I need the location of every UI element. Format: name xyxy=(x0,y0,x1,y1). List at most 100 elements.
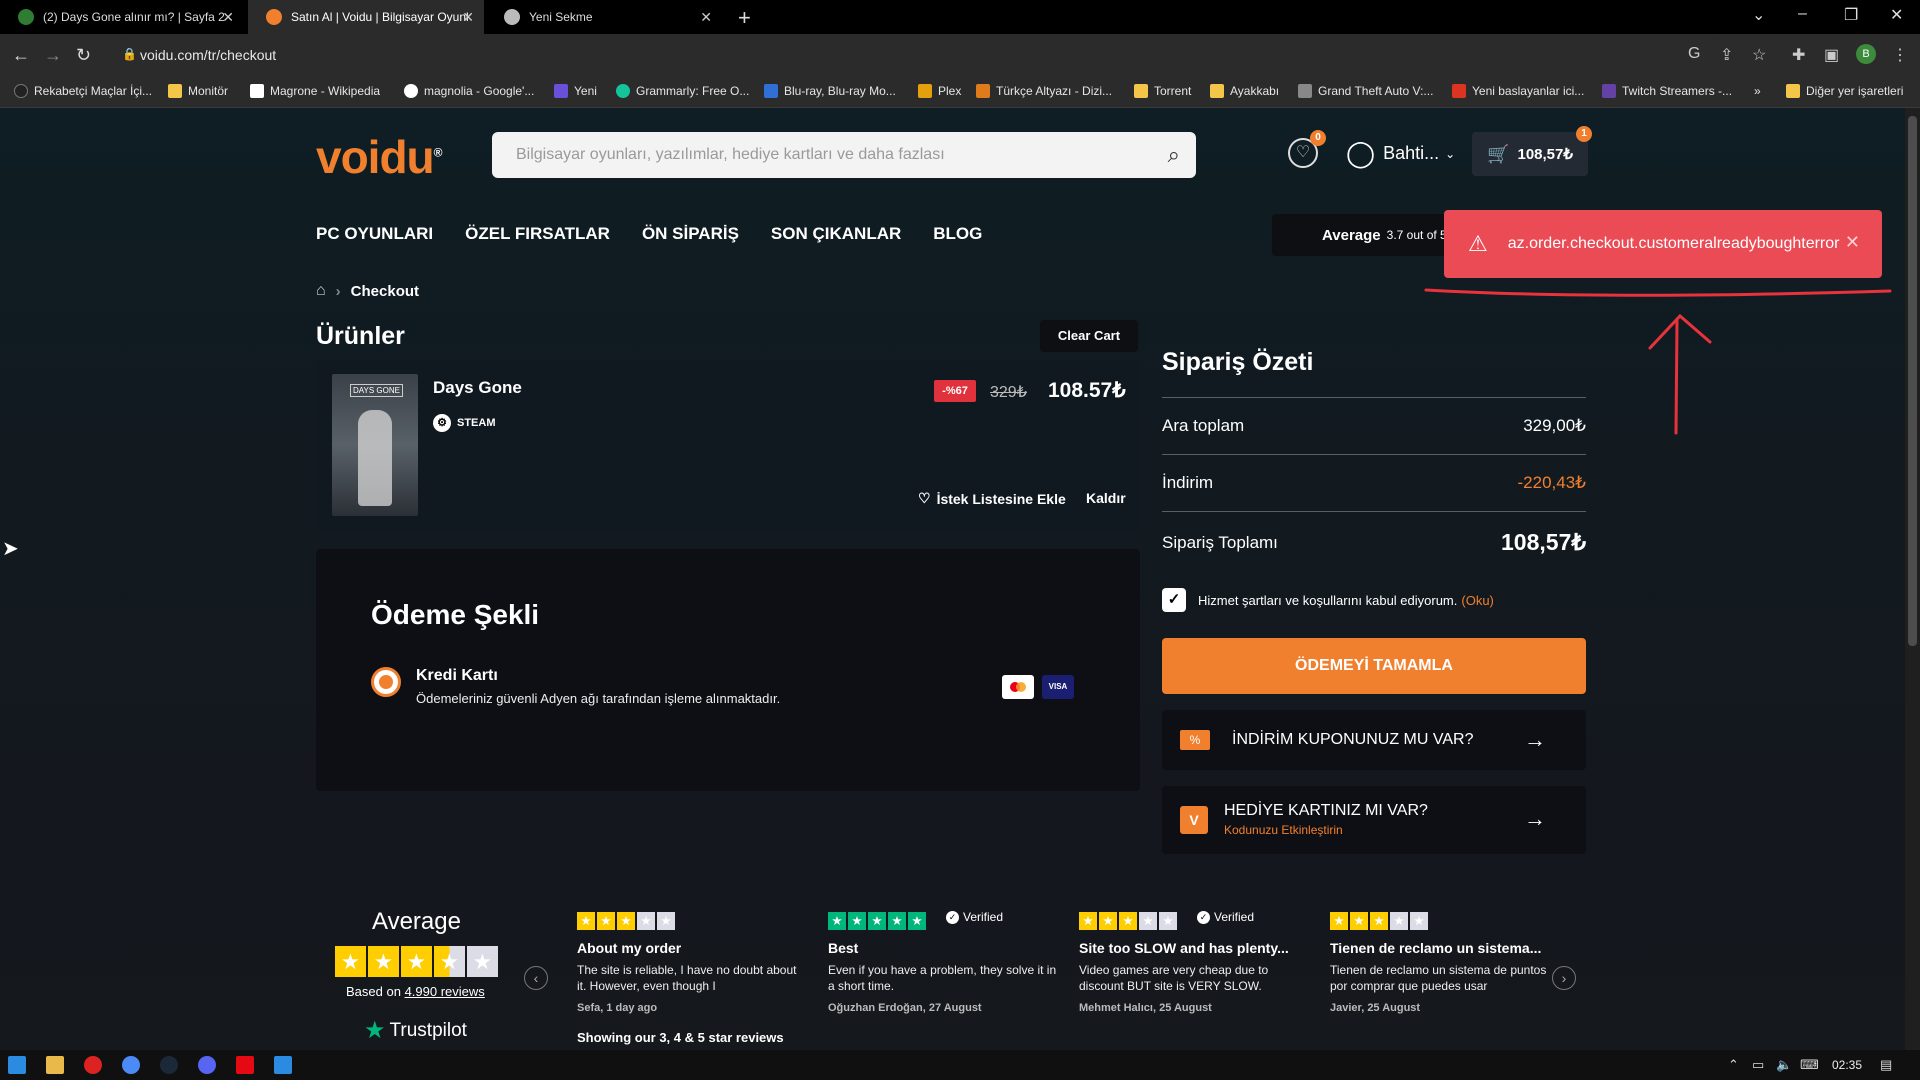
network-icon[interactable]: ▭ xyxy=(1752,1057,1764,1073)
new-tab-icon[interactable]: + xyxy=(738,5,751,31)
bookmark-item[interactable]: magnolia - Google'... xyxy=(404,84,534,98)
start-icon[interactable] xyxy=(8,1056,26,1074)
volume-icon[interactable]: 🔈 xyxy=(1776,1057,1792,1073)
bookmark-item[interactable]: Twitch Streamers -... xyxy=(1602,84,1732,98)
nav-special-deals[interactable]: ÖZEL FIRSATLAR xyxy=(465,224,610,244)
google-icon[interactable]: G xyxy=(1688,45,1700,63)
bookmark-item[interactable]: Yeni xyxy=(554,84,597,98)
tab-search-icon[interactable]: ⌄ xyxy=(1752,5,1765,25)
review-card[interactable]: ★ ★ ★ ★ ★ Tienen de reclamo un sistema... Ti… xyxy=(1330,912,1562,1014)
remove-button[interactable]: Kaldır xyxy=(1086,490,1126,506)
bookmark-item[interactable]: Monitör xyxy=(168,84,228,98)
restore-icon[interactable]: ❐ xyxy=(1844,5,1858,25)
chevron-right-icon: › xyxy=(335,282,341,300)
minimize-icon[interactable]: – xyxy=(1798,5,1807,23)
page-scrollbar[interactable] xyxy=(1905,108,1920,1050)
extensions-icon[interactable]: ✚ xyxy=(1792,45,1805,65)
wishlist-button[interactable]: ♡ 0 xyxy=(1288,130,1326,168)
bookmark-item[interactable]: Torrent xyxy=(1134,84,1191,98)
review-title: Best xyxy=(828,940,859,956)
game-cover-image[interactable]: DAYS GONE xyxy=(332,374,418,516)
review-stars: ★ ★ ★ ★ ★ xyxy=(1079,912,1311,930)
trustpilot-header-widget[interactable]: Average 3.7 out of 5 xyxy=(1272,214,1472,256)
nav-new-releases[interactable]: SON ÇIKANLAR xyxy=(771,224,901,244)
bookmark-item[interactable]: Blu-ray, Blu-ray Mo... xyxy=(764,84,896,98)
browser-tab[interactable]: (2) Days Gone alınır mı? | Sayfa 2 ✕ xyxy=(0,0,244,34)
keyboard-icon[interactable]: ⌨ xyxy=(1800,1057,1819,1073)
bookmarks-overflow[interactable]: » xyxy=(1754,84,1761,98)
trustpilot-logo[interactable]: ★ Trustpilot xyxy=(364,1016,467,1045)
bookmark-star-icon[interactable]: ☆ xyxy=(1752,45,1766,65)
reload-icon[interactable]: ↻ xyxy=(76,45,91,66)
bookmark-item[interactable]: Grammarly: Free O... xyxy=(616,84,749,98)
url-bar[interactable]: 🔒 voidu.com/tr/checkout xyxy=(110,39,1730,71)
discord-icon[interactable] xyxy=(198,1056,216,1074)
carousel-prev-icon[interactable]: ‹ xyxy=(524,966,548,990)
star-icon: ★ xyxy=(828,912,846,930)
order-summary: Sipariş Özeti Ara toplam 329,00₺ İndirim… xyxy=(1162,348,1586,573)
terms-checkbox[interactable]: ✓ xyxy=(1162,588,1186,612)
verified-badge: ✓ Verified xyxy=(946,910,1003,924)
browser-tab[interactable]: Yeni Sekme ✕ xyxy=(486,0,722,34)
check-icon: ✓ xyxy=(1197,910,1210,924)
coupon-label: İNDİRİM KUPONUNUZ MU VAR? xyxy=(1232,731,1474,748)
netflix-icon[interactable] xyxy=(236,1056,254,1074)
chrome-icon[interactable] xyxy=(122,1056,140,1074)
bookmark-item[interactable]: Plex xyxy=(918,84,961,98)
review-card[interactable]: ★ ★ ★ ★ ★ About my order The site is reliabl… xyxy=(577,912,809,1014)
browser-tab-bar: (2) Days Gone alınır mı? | Sayfa 2 ✕ Sat… xyxy=(0,0,1920,34)
back-icon[interactable]: ← xyxy=(12,45,30,66)
bookmark-item[interactable]: Magrone - Wikipedia xyxy=(250,84,380,98)
subtotal-row: Ara toplam 329,00₺ xyxy=(1162,397,1586,454)
file-explorer-icon[interactable] xyxy=(46,1056,64,1074)
credit-card-radio[interactable] xyxy=(371,667,401,697)
search-icon[interactable]: ⌕ xyxy=(1168,142,1180,168)
bookmark-item[interactable]: Yeni baslayanlar ici... xyxy=(1452,84,1584,98)
share-icon[interactable]: ⇪ xyxy=(1720,45,1733,65)
profile-avatar[interactable]: B xyxy=(1856,44,1876,64)
chevron-up-icon[interactable]: ⌃ xyxy=(1728,1057,1739,1073)
close-tab-icon[interactable]: ✕ xyxy=(700,9,712,26)
home-icon[interactable]: ⌂ xyxy=(316,282,326,300)
coupon-button[interactable]: % İNDİRİM KUPONUNUZ MU VAR? → xyxy=(1162,710,1586,770)
star-icon: ★ xyxy=(1390,912,1408,930)
complete-payment-button[interactable]: ÖDEMEYİ TAMAMLA xyxy=(1162,638,1586,694)
review-count-link[interactable]: 4.990 reviews xyxy=(405,984,485,999)
opera-icon[interactable] xyxy=(84,1056,102,1074)
close-window-icon[interactable]: ✕ xyxy=(1890,5,1903,25)
voidu-logo[interactable]: voidu® xyxy=(316,130,442,184)
bookmark-item[interactable]: Ayakkabı xyxy=(1210,84,1279,98)
steam-icon[interactable] xyxy=(160,1056,178,1074)
close-icon[interactable]: ✕ xyxy=(1845,232,1860,253)
app-icon[interactable] xyxy=(274,1056,292,1074)
add-to-wishlist-button[interactable]: ♡ İstek Listesine Ekle xyxy=(918,490,1066,507)
nav-blog[interactable]: BLOG xyxy=(933,224,982,244)
nav-pc-games[interactable]: PC OYUNLARI xyxy=(316,224,433,244)
product-name[interactable]: Days Gone xyxy=(433,378,522,398)
clear-cart-button[interactable]: Clear Cart xyxy=(1040,320,1138,352)
clock[interactable]: 02:35 xyxy=(1832,1058,1862,1072)
user-menu[interactable]: ◯ Bahti... ⌄ xyxy=(1346,138,1455,169)
menu-icon[interactable]: ⋮ xyxy=(1892,45,1908,65)
bookmark-item[interactable]: Rekabetçi Maçlar İçi... xyxy=(14,84,152,98)
bookmark-item[interactable]: Grand Theft Auto V:... xyxy=(1298,84,1433,98)
close-tab-icon[interactable]: ✕ xyxy=(462,9,474,26)
browser-tab-active[interactable]: Satın Al | Voidu | Bilgisayar Oyunl ✕ xyxy=(248,0,484,34)
side-panel-icon[interactable]: ▣ xyxy=(1824,45,1839,65)
terms-link[interactable]: (Oku) xyxy=(1461,593,1494,608)
cart-button[interactable]: 🛒 108,57₺ 1 xyxy=(1472,126,1592,176)
star-icon: ★ xyxy=(1139,912,1157,930)
nav-preorder[interactable]: ÖN SİPARİŞ xyxy=(642,224,739,244)
other-bookmarks[interactable]: Diğer yer işaretleri xyxy=(1786,84,1903,98)
gift-card-button[interactable]: V HEDİYE KARTINIZ MI VAR? Kodunuzu Etkin… xyxy=(1162,786,1586,854)
arrow-right-icon: → xyxy=(1524,806,1546,831)
star-icon: ★ xyxy=(597,912,615,930)
forward-icon[interactable]: → xyxy=(44,45,62,66)
close-tab-icon[interactable]: ✕ xyxy=(222,9,234,26)
cover-title: DAYS GONE xyxy=(350,384,403,397)
review-card[interactable]: ★ ★ ★ ★ ★ ✓ Verified Site too SLOW and has pl… xyxy=(1079,910,1311,1014)
review-card[interactable]: ★ ★ ★ ★ ★ ✓ Verified Best Even if you have a … xyxy=(828,910,1060,1014)
search-input[interactable] xyxy=(492,132,1112,178)
notifications-icon[interactable]: ▤ xyxy=(1880,1057,1892,1073)
bookmark-item[interactable]: Türkçe Altyazı - Dizi... xyxy=(976,84,1112,98)
